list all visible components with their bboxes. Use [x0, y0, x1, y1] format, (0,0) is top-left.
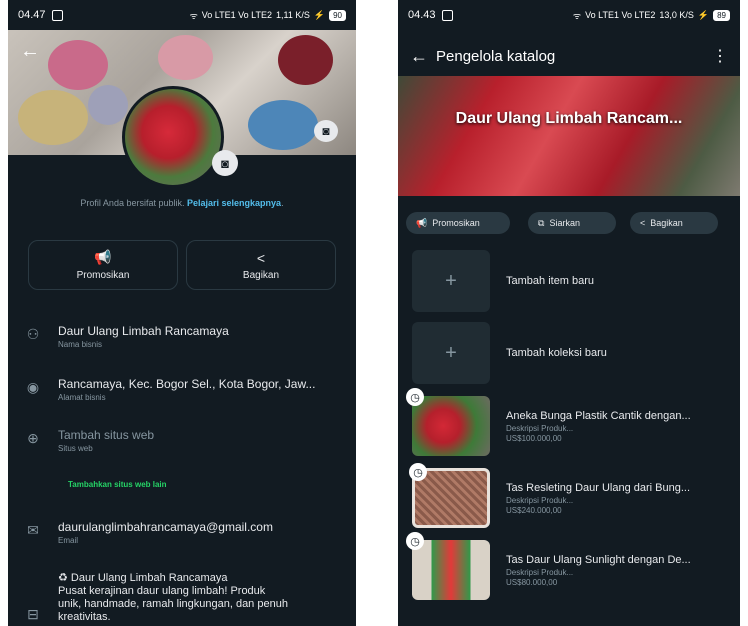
item-name: Aneka Bunga Plastik Cantik dengan...: [506, 409, 691, 422]
public-note-text: Profil Anda bersifat publik.: [80, 198, 185, 208]
business-name-value: Daur Ulang Limbah Rancamaya: [58, 324, 229, 338]
status-bar: 04.47 ᯤ Vo LTE1 Vo LTE2 1,11 K/S ⚡ 90: [8, 0, 356, 30]
business-name-label: Nama bisnis: [58, 340, 103, 349]
notification-icon: [441, 9, 453, 21]
address-value: Rancamaya, Kec. Bogor Sel., Kota Bogor, …: [58, 377, 316, 391]
public-profile-note: Profil Anda bersifat publik. Pelajari se…: [80, 198, 284, 208]
share-button[interactable]: < Bagikan: [186, 240, 336, 290]
address-label: Alamat bisnis: [58, 393, 106, 402]
add-item-label: Tambah item baru: [506, 275, 595, 287]
email-label: Email: [58, 536, 79, 545]
catalog-item[interactable]: ◷ Tas Resleting Daur Ulang dari Bung... …: [409, 463, 732, 528]
share-chip[interactable]: < Bagikan: [630, 212, 718, 234]
broadcast-chip-label: Siarkan: [549, 218, 580, 228]
add-collection-label: Tambah koleksi baru: [506, 347, 607, 359]
promote-chip[interactable]: 📢 Promosikan: [406, 212, 510, 234]
status-time: 04.47: [18, 9, 46, 21]
promote-button[interactable]: 📢 Promosikan: [28, 240, 178, 290]
back-arrow-icon[interactable]: ←: [410, 46, 436, 67]
location-pin-icon: ◉: [26, 379, 40, 395]
catalog-item[interactable]: ◷ Tas Daur Ulang Sunlight dengan De... D…: [406, 532, 732, 600]
description-row[interactable]: ⊟ ♻ Daur Ulang Limbah Rancamaya Pusat ke…: [8, 572, 356, 624]
charging-icon: ⚡: [697, 9, 710, 20]
add-collection-plus-icon: +: [412, 322, 490, 384]
description-line-3: unik, handmade, ramah lingkungan, dan pe…: [58, 598, 288, 610]
globe-icon: ⊕: [27, 430, 39, 446]
add-item-row[interactable]: + Tambah item baru: [412, 250, 732, 312]
item-description: Deskripsi Produk...: [506, 567, 574, 577]
wifi-icon: ᯤ: [572, 10, 582, 21]
item-thumbnail: ◷: [409, 463, 490, 528]
pending-clock-icon: ◷: [406, 532, 424, 550]
item-price: US$80.000,00: [506, 577, 558, 587]
item-description: Deskripsi Produk...: [506, 495, 574, 505]
item-name: Tas Resleting Daur Ulang dari Bung...: [506, 481, 691, 494]
item-name: Tas Daur Ulang Sunlight dengan De...: [506, 553, 691, 566]
item-description: Deskripsi Produk...: [506, 423, 574, 433]
status-time: 04.43: [408, 9, 436, 21]
item-thumbnail: ◷: [406, 388, 490, 456]
add-item-plus-icon: +: [412, 250, 490, 312]
data-speed: 13,0 K/S: [659, 10, 694, 20]
more-options-icon[interactable]: ⋮: [712, 46, 728, 66]
app-bar: ← Pengelola katalog ⋮: [398, 40, 740, 72]
battery-icon: 90: [329, 9, 346, 21]
business-name-row[interactable]: ⚇ Daur Ulang Limbah Rancamaya Nama bisni…: [8, 324, 356, 349]
email-value: daurulanglimbahrancamaya@gmail.com: [58, 520, 273, 534]
battery-icon: 89: [713, 9, 730, 21]
item-price: US$100.000,00: [506, 433, 562, 443]
promote-label: Promosikan: [76, 270, 130, 281]
item-price: US$240.000,00: [506, 505, 562, 515]
megaphone-icon: 📢: [94, 249, 112, 265]
avatar[interactable]: [122, 86, 224, 188]
status-bar: 04.43 ᯤ Vo LTE1 Vo LTE2 13,0 K/S ⚡ 89: [398, 0, 740, 30]
catalog-banner-title: Daur Ulang Limbah Rancam...: [455, 110, 683, 127]
business-profile-screen: 04.47 ᯤ Vo LTE1 Vo LTE2 1,11 K/S ⚡ 90 ← …: [8, 0, 356, 626]
email-row[interactable]: ✉ daurulanglimbahrancamaya@gmail.com Ema…: [8, 520, 356, 545]
learn-more-link[interactable]: Pelajari selengkapnya: [187, 198, 281, 208]
promote-chip-label: Promosikan: [432, 218, 480, 228]
wifi-icon: ᯤ: [189, 10, 198, 21]
catalog-item[interactable]: ◷ Aneka Bunga Plastik Cantik dengan... D…: [406, 388, 732, 456]
megaphone-icon: 📢: [416, 217, 428, 228]
description-line-1: ♻ Daur Ulang Limbah Rancamaya: [58, 572, 228, 584]
charging-icon: ⚡: [313, 9, 326, 20]
pending-clock-icon: ◷: [406, 388, 424, 406]
signal-icon: Vo LTE1 Vo LTE2: [201, 10, 273, 20]
share-chip-label: Bagikan: [650, 218, 683, 228]
catalog-banner-image: [398, 76, 740, 196]
signal-icon: Vo LTE1 Vo LTE2: [585, 10, 656, 20]
mail-icon: ✉: [27, 522, 39, 538]
address-row[interactable]: ◉ Rancamaya, Kec. Bogor Sel., Kota Bogor…: [8, 377, 356, 402]
catalog-manager-screen: 04.43 ᯤ Vo LTE1 Vo LTE2 13,0 K/S ⚡ 89 ← …: [398, 0, 740, 626]
share-icon: <: [256, 249, 266, 266]
website-value: Tambah situs web: [58, 428, 155, 442]
broadcast-chip[interactable]: ⧉ Siarkan: [528, 212, 616, 234]
website-row[interactable]: ⊕ Tambah situs web Situs web: [8, 428, 356, 453]
description-line-2: Pusat kerajinan daur ulang limbah! Produ…: [58, 585, 266, 597]
pending-clock-icon: ◷: [409, 463, 427, 481]
avatar-camera-icon[interactable]: ◙: [212, 150, 238, 176]
back-arrow-icon[interactable]: ←: [20, 40, 40, 63]
website-label: Situs web: [58, 444, 93, 453]
item-thumbnail: ◷: [406, 532, 490, 600]
notification-icon: [51, 9, 63, 21]
description-line-4: kreativitas.: [58, 611, 111, 623]
add-collection-row[interactable]: + Tambah koleksi baru: [412, 322, 732, 384]
store-person-icon: ⚇: [26, 326, 40, 342]
cover-camera-icon[interactable]: ◙: [314, 120, 338, 142]
data-speed: 1,11 K/S: [276, 10, 310, 20]
share-label: Bagikan: [242, 269, 280, 281]
share-icon: <: [640, 218, 646, 228]
broadcast-icon: ⧉: [538, 217, 545, 228]
add-another-website-link[interactable]: Tambahkan situs web lain: [68, 480, 167, 489]
page-title: Pengelola katalog: [436, 47, 556, 65]
storefront-icon: ⊟: [27, 606, 39, 622]
